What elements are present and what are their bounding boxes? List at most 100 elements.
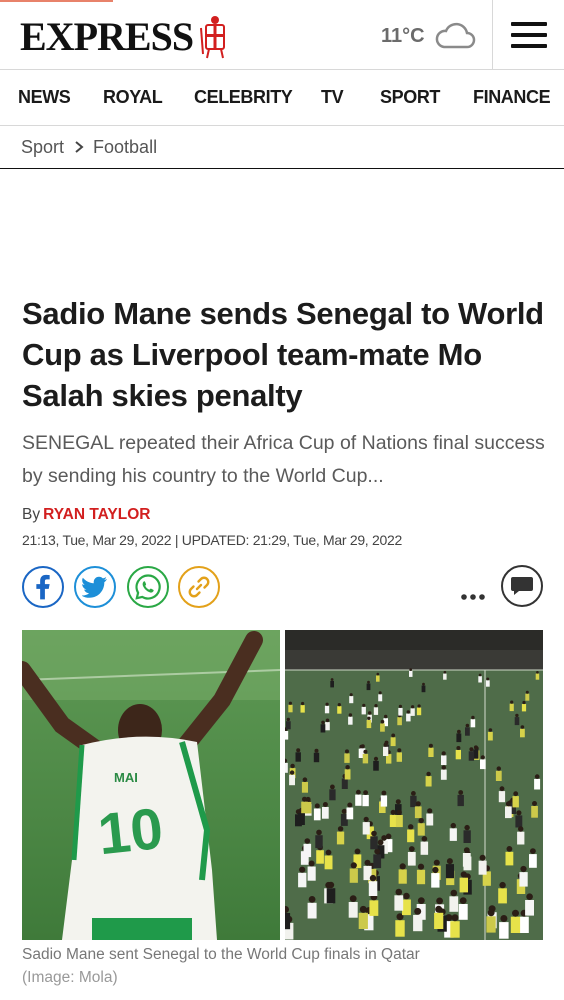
crowd-figure-head (530, 848, 536, 854)
crowd-figure-head (534, 774, 540, 779)
crowd-figure-head (478, 673, 482, 677)
crowd-figure (307, 902, 317, 919)
crowd-figure-head (347, 802, 353, 808)
twitter-share-button[interactable] (74, 566, 116, 608)
comments-button[interactable] (501, 565, 543, 607)
crusader-crest-icon (200, 16, 226, 59)
crowd-figure (307, 866, 316, 881)
crowd-figure-head (364, 859, 371, 866)
crowd-figure (344, 753, 350, 763)
crowd-figure-head (399, 863, 406, 870)
crowd-figure-head (471, 715, 475, 720)
image-credit: (Image: Mola) (22, 969, 118, 986)
crowd-figure (366, 720, 372, 729)
whatsapp-share-button[interactable] (127, 566, 169, 608)
crowd-figure (397, 717, 402, 726)
crowd-figure-head (487, 909, 495, 917)
crowd-figure (330, 680, 334, 688)
nav-item-finance[interactable]: FINANCE (473, 87, 551, 108)
crowd-figure (414, 806, 422, 819)
crowd-figure (349, 868, 358, 883)
crowd-figure (362, 822, 370, 835)
crowd-figure-head (406, 710, 410, 714)
crowd-figure (378, 694, 383, 702)
nav-item-news[interactable]: NEWS (18, 87, 71, 108)
crowd-figure-head (288, 701, 292, 705)
crowd-figure-head (441, 765, 446, 770)
copy-link-button[interactable] (178, 566, 220, 608)
crowd-figure (520, 728, 525, 738)
crowd-figure (450, 921, 460, 938)
crowd-figure-head (433, 859, 440, 866)
crowd-figure-head (465, 723, 470, 728)
nav-item-sport[interactable]: SPORT (380, 87, 440, 108)
crowd-figure (449, 828, 457, 841)
crowd-figure-head (368, 711, 372, 715)
crowd-figure-head (516, 810, 522, 816)
crowd-figure (457, 794, 464, 807)
breadcrumb-football[interactable]: Football (93, 137, 157, 158)
crowd-figure (316, 850, 324, 864)
crowd-figure-head (322, 802, 328, 807)
crowd-figure-head (362, 703, 366, 707)
crowd-figure-head (463, 847, 470, 853)
crowd-figure (373, 854, 382, 869)
breadcrumb-sport[interactable]: Sport (21, 137, 64, 158)
crowd-figure-head (443, 670, 447, 674)
crowd-figure-head (377, 839, 384, 846)
crowd-figure (395, 815, 403, 828)
nav-item-tv[interactable]: TV (321, 87, 344, 108)
crowd-figure (499, 922, 509, 939)
crowd-figure (295, 752, 301, 762)
article-dateline: 21:13, Tue, Mar 29, 2022 | UPDATED: 21:2… (22, 532, 402, 548)
crowd-figure (468, 751, 475, 761)
crowd-figure (426, 813, 434, 826)
crowd-figure-head (408, 824, 414, 830)
crowd-figure (368, 881, 378, 896)
crowd-figure-head (446, 858, 453, 865)
crowd-figure-head (325, 702, 329, 706)
crowd-figure-head (421, 836, 428, 842)
crowd-figure (486, 916, 496, 933)
crowd-figure (535, 673, 540, 680)
nav-item-royal[interactable]: ROYAL (103, 87, 163, 108)
crowd-figure-head (330, 784, 335, 790)
hamburger-icon (510, 22, 547, 48)
crowd-figure-head (408, 846, 415, 852)
crowd-figure-head (536, 671, 539, 674)
crowd-figure (456, 733, 462, 743)
menu-button[interactable] (492, 0, 564, 70)
site-logo[interactable]: EXPRESS (20, 14, 231, 60)
cloud-icon (435, 22, 475, 49)
crowd-figure (515, 815, 523, 828)
crowd-figure-head (515, 713, 519, 718)
crowd-figure-head (301, 701, 305, 706)
crowd-figure-head (441, 751, 446, 756)
crowd-figure-head (451, 914, 459, 922)
crowd-figure (486, 680, 490, 687)
crowd-figure-head (349, 693, 353, 697)
crowd-figure (525, 900, 534, 916)
crowd-figure (398, 869, 407, 884)
crowd-figure (445, 864, 454, 879)
author-link[interactable]: RYAN TAYLOR (43, 506, 150, 523)
crowd-figure (478, 676, 482, 683)
crowd-figure (358, 912, 368, 929)
nav-item-celebrity[interactable]: CELEBRITY (194, 87, 293, 108)
crowd-figure (325, 722, 330, 731)
more-icon[interactable] (460, 592, 486, 602)
weather-widget[interactable]: 11°C (381, 20, 477, 52)
crowd-figure-head (522, 700, 526, 705)
crowd-figure-head (337, 826, 344, 832)
crowd-figure-head (512, 909, 519, 917)
crowd-figure (402, 899, 411, 916)
player-celebration-photo: MAI 10 (22, 630, 280, 940)
facebook-share-button[interactable] (22, 566, 64, 608)
crowd-figure-head (374, 704, 378, 708)
article-hero-image[interactable]: MAI 10 (22, 630, 543, 940)
crowd-figure (420, 841, 429, 855)
crowd-figure-head (371, 830, 377, 837)
crowd-figure-head (341, 808, 347, 814)
crowd-figure-head (479, 854, 486, 861)
crowd-figure-head (330, 678, 334, 681)
